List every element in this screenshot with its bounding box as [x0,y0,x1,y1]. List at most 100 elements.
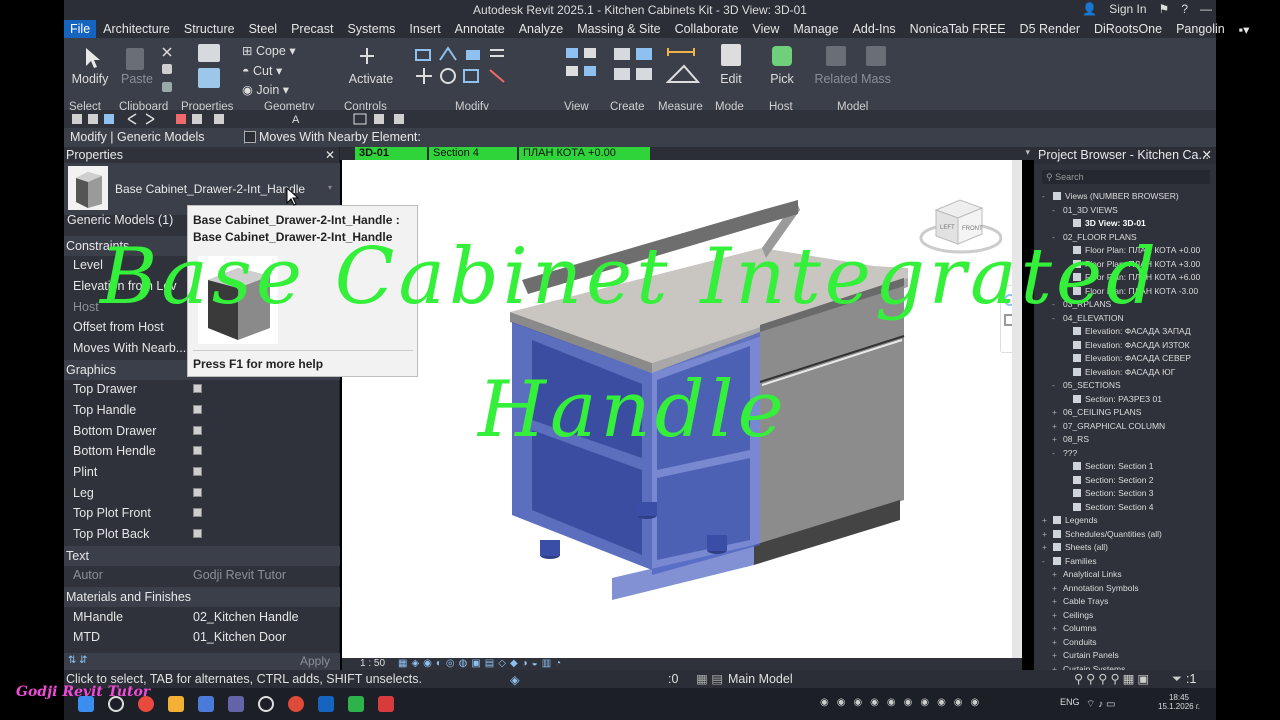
browser-item[interactable]: Elevation: ФАСАДА ИЗТОК [1062,340,1190,350]
menu-tab-collaborate[interactable]: Collaborate [668,22,746,36]
camtasia-icon[interactable] [348,696,364,712]
menu-tab-insert[interactable]: Insert [402,22,447,36]
collapse-icon[interactable]: - [1052,380,1060,390]
prop-row[interactable]: Top Handle [64,400,326,420]
browser-item-selected[interactable]: 3D View: 3D-01 [1062,218,1146,228]
chevron-down-icon[interactable]: ▾ [328,183,332,192]
filter-icon[interactable]: ⏷ [1172,670,1182,688]
menu-tab-annotate[interactable]: Annotate [448,22,512,36]
expand-icon[interactable]: + [1042,515,1050,525]
sign-in-link[interactable]: Sign In [1109,2,1146,16]
menu-tab-steel[interactable]: Steel [242,22,285,36]
expand-icon[interactable]: + [1052,434,1060,444]
checkbox[interactable] [193,467,202,476]
collapse-icon[interactable]: - [1052,205,1060,215]
collapse-icon[interactable]: - [1052,448,1060,458]
copy-icon[interactable] [162,64,172,74]
expand-icon[interactable]: + [1052,637,1060,647]
activate-icon[interactable] [358,46,376,66]
edit-family-icon[interactable] [721,44,741,66]
checkbox[interactable] [193,426,202,435]
edit-family-button[interactable]: Edit [714,72,748,86]
prop-row[interactable]: Leg [64,483,326,503]
checkbox[interactable] [193,508,202,517]
search-input[interactable]: ⚲ Search [1042,170,1210,184]
tray-icons[interactable]: ◉◉◉◉◉◉◉◉◉◉ [820,697,987,708]
close-icon[interactable]: ✕ [325,148,335,162]
activate-button[interactable]: Activate [346,72,396,86]
expand-icon[interactable]: + [1052,569,1060,579]
browser-item[interactable]: +06_CEILING PLANS [1052,407,1141,417]
view-control-icons[interactable]: ▦◈◉◐◎◍▣▤◇◆◑◒▥◔ [398,658,565,669]
menu-tab-precast[interactable]: Precast [284,22,340,36]
menu-tab-systems[interactable]: Systems [340,22,402,36]
tab-section-4[interactable]: Section 4 [429,147,517,160]
menu-tab-d5-render[interactable]: D5 Render [1013,22,1087,36]
checkbox[interactable] [193,529,202,538]
menu-tab-add-ins[interactable]: Add-Ins [846,22,903,36]
expand-icon[interactable]: + [1042,529,1050,539]
browser-item[interactable]: + Schedules/Quantities (all) [1042,529,1162,539]
teams-icon[interactable] [228,696,244,712]
in-place-mass-button[interactable]: Mass [860,72,892,86]
menu-tab-pangolin[interactable]: Pangolin [1169,22,1232,36]
workset-icon[interactable]: ◈ [510,671,520,689]
expand-icon[interactable]: + [1042,542,1050,552]
menu-tab-file[interactable]: File [64,20,97,38]
prop-row[interactable]: Bottom Drawer [64,421,326,441]
collapse-icon[interactable]: - [1042,556,1050,566]
modify-button[interactable]: Modify [70,72,110,86]
scissors-icon[interactable] [162,46,172,57]
browser-item[interactable]: Elevation: ФАСАДА ЗАПАД [1062,326,1191,336]
sort-icon[interactable]: ⇅ ⇵ [68,655,88,666]
create-tools-icons[interactable] [612,46,664,92]
match-icon[interactable] [162,82,172,92]
browser-item[interactable]: + Analytical Links [1052,569,1122,579]
tab-plan-0[interactable]: ПЛАН КОТА +0.00 [519,147,650,160]
browser-item[interactable]: - Families [1042,556,1097,566]
view-tools-icons[interactable] [564,46,612,92]
instance-selector[interactable]: Generic Models (1) [67,213,173,227]
calculator-icon[interactable] [198,696,214,712]
related-hosts-button[interactable]: Related [812,72,860,86]
revit-taskbar-icon[interactable] [318,696,334,712]
browser-item[interactable]: + Ceilings [1052,610,1093,620]
pick-host-icon[interactable] [772,46,792,66]
prop-row[interactable]: Top Plot Front [64,503,326,523]
browser-item[interactable]: Section: Section 4 [1062,502,1154,512]
minimize-button[interactable]: — [1200,2,1212,16]
browser-item[interactable]: + Columns [1052,623,1097,633]
checkbox[interactable] [193,446,202,455]
menu-tab-view[interactable]: View [746,22,787,36]
modify-cursor-icon[interactable] [82,46,102,70]
expand-icon[interactable]: + [1052,610,1060,620]
expand-icon[interactable]: + [1052,650,1060,660]
expand-icon[interactable]: + [1052,596,1060,606]
close-icon[interactable]: ✕ [1202,147,1212,164]
help-icon[interactable]: ? [1181,2,1188,16]
prop-row[interactable]: MHandle 02_Kitchen Handle [64,607,326,627]
checkbox[interactable] [193,384,202,393]
explorer-icon[interactable] [168,696,184,712]
expand-icon[interactable]: + [1052,407,1060,417]
checkbox[interactable] [193,405,202,414]
browser-item[interactable]: + Sheets (all) [1042,542,1108,552]
menu-tab-manage[interactable]: Manage [786,22,845,36]
browser-item[interactable]: + Annotation Symbols [1052,583,1139,593]
user-icon[interactable]: 👤 [1082,2,1097,16]
browser-item[interactable]: -??? [1052,448,1077,458]
menu-tab-massing-site[interactable]: Massing & Site [570,22,667,36]
browser-item[interactable]: + Cable Trays [1052,596,1108,606]
section-materials[interactable]: Materials and Finishes [64,587,340,607]
network-icon[interactable]: ⌔ ♪ ▭ [1086,698,1115,711]
expand-icon[interactable]: + [1052,583,1060,593]
language-indicator[interactable]: ENG [1060,697,1080,707]
properties-icon[interactable] [198,44,220,62]
browser-item[interactable]: Section: РАЗРЕЗ 01 [1062,394,1162,404]
measure-icons[interactable] [664,46,704,92]
browser-item[interactable]: Section: Section 2 [1062,475,1154,485]
menu-tab-architecture[interactable]: Architecture [96,22,177,36]
quick-access-icons[interactable]: A [64,110,464,128]
browser-item[interactable]: Section: Section 3 [1062,488,1154,498]
model-selector[interactable]: Main Model [728,670,793,688]
